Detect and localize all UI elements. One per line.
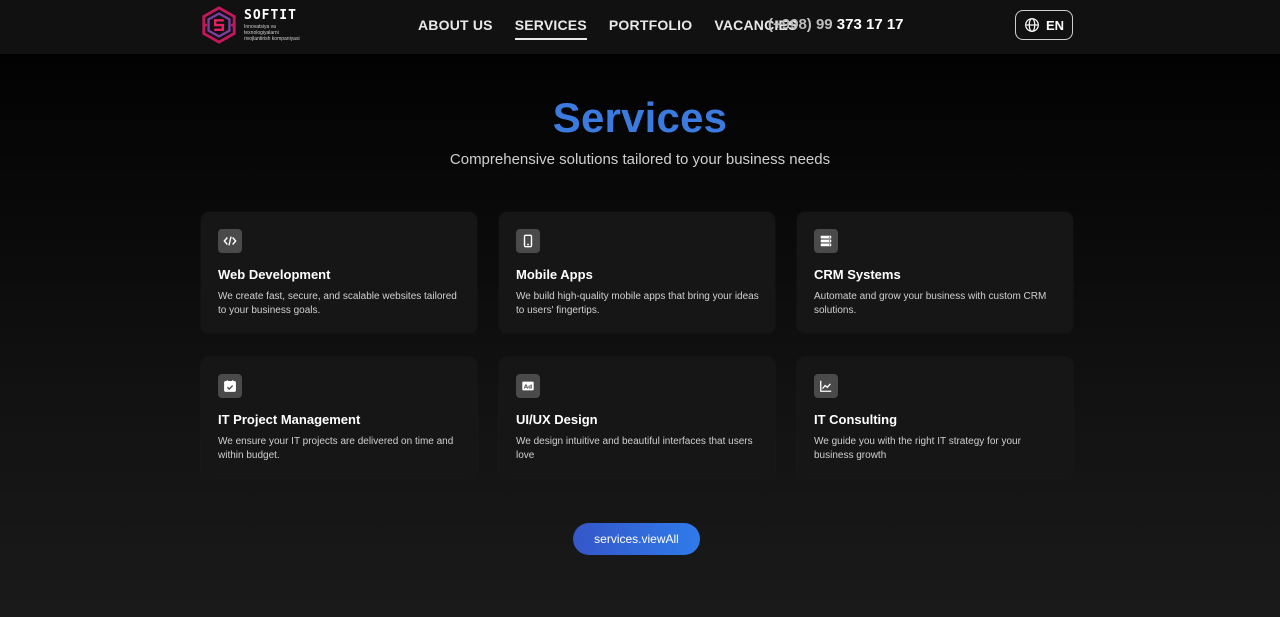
main-nav: ABOUT US SERVICES PORTFOLIO VACANCIES [418, 0, 820, 50]
service-title: IT Consulting [814, 412, 898, 427]
phone-number: 373 17 17 [836, 16, 904, 33]
service-description: We guide you with the right IT strategy … [814, 436, 1021, 461]
nav-services[interactable]: SERVICES [514, 13, 588, 40]
service-card-ui-ux-design[interactable]: Ad UI/UX Design We design intuitive and … [499, 357, 775, 478]
svg-text:Ad: Ad [524, 384, 532, 390]
view-all-services-button[interactable]: services.viewAll [573, 523, 700, 555]
calendar-check-icon [218, 374, 242, 398]
logo[interactable]: SOFTIT Innovatsiya va texnologiyalarni r… [200, 5, 306, 45]
trending-up-icon [814, 374, 838, 398]
services-grid: Web Development We create fast, secure, … [201, 212, 1073, 478]
service-card-mobile-apps[interactable]: Mobile Apps We build high-quality mobile… [499, 212, 775, 333]
section-title: Services [552, 94, 728, 141]
code-icon [218, 229, 242, 253]
logo-name: SOFTIT [244, 7, 297, 23]
nav-about-us[interactable]: ABOUT US [418, 13, 493, 37]
service-card-crm-systems[interactable]: CRM Systems Automate and grow your busin… [797, 212, 1073, 333]
nav-portfolio[interactable]: PORTFOLIO [609, 13, 692, 37]
service-card-it-consulting[interactable]: IT Consulting We guide you with the righ… [797, 357, 1073, 478]
phone-prefix: (+998) 99 [768, 16, 837, 33]
site-header: SOFTIT Innovatsiya va texnologiyalarni r… [0, 0, 1280, 54]
service-title: UI/UX Design [516, 412, 598, 427]
service-card-web-development[interactable]: Web Development We create fast, secure, … [201, 212, 477, 333]
logo-mark-icon [202, 6, 236, 44]
logo-tagline: Innovatsiya va texnologiyalarni rivojlan… [244, 23, 300, 42]
section-subtitle: Comprehensive solutions tailored to your… [449, 151, 831, 168]
globe-icon [1025, 18, 1039, 32]
smartphone-icon [516, 229, 540, 253]
phone-link[interactable]: (+998) 99 373 17 17 [768, 16, 904, 33]
service-title: IT Project Management [218, 412, 361, 427]
service-description: We ensure your IT projects are delivered… [218, 436, 454, 461]
service-title: CRM Systems [814, 267, 901, 282]
service-description: We create fast, secure, and scalable web… [218, 291, 457, 316]
language-label: EN [1045, 17, 1065, 33]
service-card-it-project-management[interactable]: IT Project Management We ensure your IT … [201, 357, 477, 478]
ad-icon: Ad [516, 374, 540, 398]
language-switcher-button[interactable]: EN [1015, 10, 1073, 40]
service-title: Mobile Apps [516, 267, 593, 282]
service-description: Automate and grow your business with cus… [814, 291, 1047, 316]
server-icon [814, 229, 838, 253]
service-description: We build high-quality mobile apps that b… [516, 291, 759, 316]
service-title: Web Development [218, 267, 331, 282]
service-description: We design intuitive and beautiful interf… [516, 436, 753, 461]
